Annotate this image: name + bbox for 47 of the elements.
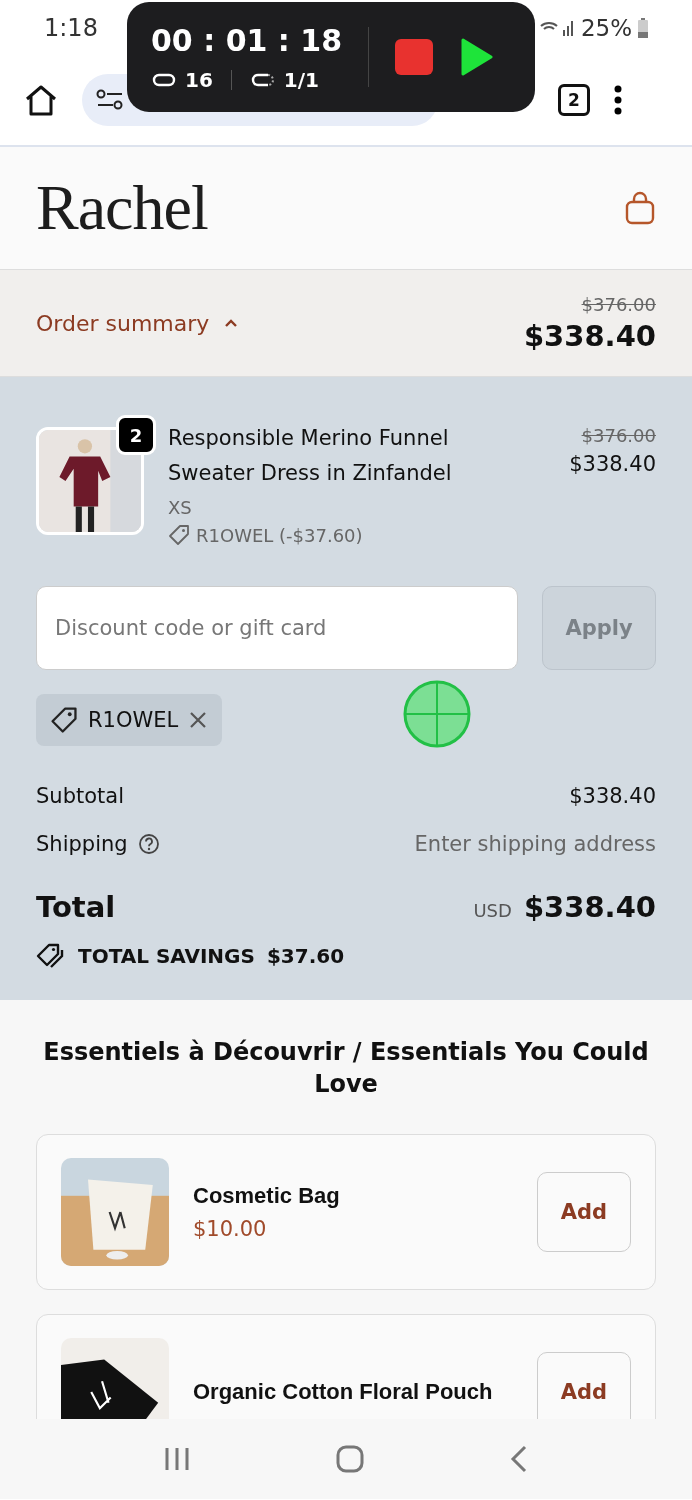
tune-icon[interactable]	[96, 88, 124, 112]
more-icon[interactable]	[614, 85, 622, 115]
elapsed-time: 00 : 01 : 18	[151, 22, 342, 58]
add-button[interactable]: Add	[537, 1172, 631, 1252]
order-total: $338.40	[523, 318, 656, 353]
battery-icon	[638, 17, 648, 38]
savings-value: $37.60	[266, 944, 345, 968]
store-logo[interactable]: Rachel	[36, 171, 208, 245]
variant-label: XS	[168, 497, 193, 518]
item-price: $338.40	[569, 452, 656, 476]
section-title: Essentiels à Découvrir / Essentials You Could Love	[42, 1037, 650, 1100]
total-label: Total	[36, 890, 116, 924]
loop-count: 16	[185, 67, 213, 92]
currency-label: USD	[473, 900, 512, 921]
repeat-count: 1/1	[283, 67, 319, 92]
product-price: $10.00	[193, 1217, 268, 1241]
original-price: $376.00	[581, 425, 656, 446]
tab-count-button[interactable]: 2	[558, 84, 590, 116]
help-icon[interactable]	[137, 833, 160, 855]
close-icon[interactable]	[188, 710, 209, 730]
subtotal-value: $338.40	[569, 784, 656, 808]
order-summary-toggle[interactable]: Order summary	[36, 310, 240, 336]
product-name: Organic Cotton Floral Pouch	[193, 1379, 494, 1405]
clock: 1:18	[44, 13, 98, 42]
shipping-label: Shipping	[36, 832, 128, 856]
home-icon[interactable]	[24, 84, 58, 116]
original-total: $376.00	[581, 293, 656, 315]
quantity-badge: 2	[116, 415, 156, 455]
tag-icon	[50, 706, 78, 734]
discount-label: R1OWEL (-$37.60)	[196, 524, 363, 546]
product-name: Cosmetic Bag	[193, 1183, 341, 1209]
tags-icon	[36, 942, 66, 970]
subtotal-label: Subtotal	[36, 784, 124, 808]
play-button[interactable]	[459, 38, 493, 76]
product-title: Responsible Merino Funnel Sweater Dress in Zinfandel	[168, 425, 453, 487]
tag-icon	[168, 524, 190, 546]
add-button[interactable]: Add	[537, 1352, 631, 1419]
home-button-icon[interactable]	[336, 1445, 364, 1473]
stop-button[interactable]	[395, 39, 433, 75]
touch-indicator	[403, 680, 471, 748]
shipping-value: Enter shipping address	[414, 832, 656, 856]
discount-code-field[interactable]: Discount code or gift card	[36, 586, 518, 670]
savings-label: TOTAL SAVINGS	[78, 944, 255, 968]
battery-level: 25%	[580, 14, 632, 41]
applied-code: R1OWEL	[88, 708, 179, 732]
shopping-bag-icon[interactable]	[624, 191, 656, 225]
total-value: $338.40	[523, 890, 656, 924]
